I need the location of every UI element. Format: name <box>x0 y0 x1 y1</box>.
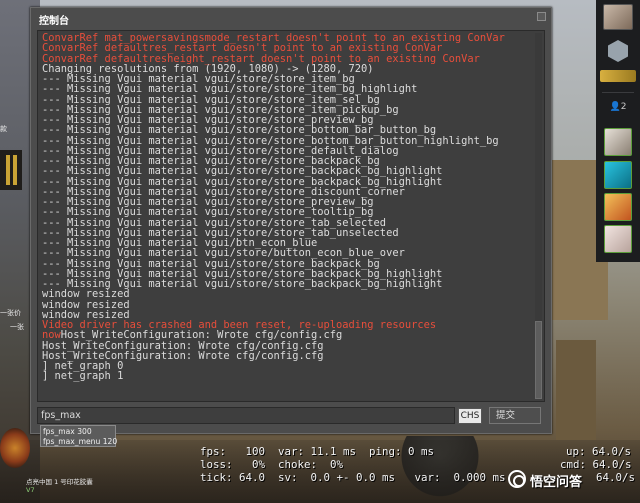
scene-poster-stripe <box>13 155 17 185</box>
left-fragment: 款 <box>0 125 7 133</box>
close-button[interactable] <box>537 12 546 21</box>
left-fragment: 一张 <box>10 323 24 331</box>
watermark-text: 悟空问答 <box>530 475 583 490</box>
watermark: 悟空问答 <box>508 466 636 494</box>
scene-poster-stripe <box>6 155 10 185</box>
capsule-name: 点亮中国 1 号印花胶囊 <box>26 478 93 486</box>
ime-indicator[interactable]: CHS <box>458 408 482 424</box>
friend-avatar-icon[interactable] <box>604 193 632 221</box>
sticker-capsule-icon <box>0 428 30 468</box>
friends-icon: 👤 <box>609 102 621 112</box>
capsule-tag: V7 <box>26 486 35 494</box>
weapon-icon[interactable] <box>600 70 636 82</box>
friend-avatar-icon[interactable] <box>604 128 632 156</box>
sidebar-divider <box>602 92 634 93</box>
wukong-logo-icon <box>508 470 526 488</box>
friend-avatar-icon[interactable] <box>604 161 632 189</box>
scrollbar[interactable] <box>535 33 542 399</box>
scene-building <box>556 340 596 440</box>
autocomplete-item[interactable]: fps_max 300 <box>43 427 92 436</box>
player-avatar-icon[interactable] <box>603 4 633 30</box>
window-title: 控制台 <box>39 16 69 27</box>
netgraph-row: fps: 100 var: 11.1 ms ping: 0 ms <box>200 445 435 458</box>
left-fragment: 一张价 <box>0 309 21 317</box>
friend-avatar-icon[interactable] <box>604 225 632 253</box>
friends-count[interactable]: 👤2 <box>606 100 630 114</box>
rank-hex-icon[interactable] <box>608 40 628 62</box>
command-input[interactable]: fps_max <box>37 407 455 424</box>
netgraph-up: up: 64.0/s <box>566 445 632 458</box>
command-input-value: fps_max <box>41 410 81 421</box>
friends-sidebar: 👤2 <box>596 0 640 262</box>
scrollbar-thumb[interactable] <box>535 321 542 399</box>
scene-poster <box>0 150 22 190</box>
console-output: ConvarRef mat_powersavingsmode_restart d… <box>37 30 545 402</box>
netgraph-row: tick: 64.0 sv: 0.0 +- 0.0 ms var: 0.000 … <box>200 471 506 484</box>
console-line: ] net_graph 1 <box>42 370 124 383</box>
netgraph-row: loss: 0% choke: 0% <box>200 458 344 471</box>
friends-count-label: 2 <box>620 102 627 112</box>
autocomplete-item[interactable]: fps_max_menu 120 <box>43 437 117 446</box>
console-window: 控制台 ConvarRef mat_powersavingsmode_resta… <box>30 7 552 434</box>
autocomplete-list: fps_max 300 fps_max_menu 120 <box>40 425 117 447</box>
submit-button[interactable]: 提交 <box>489 407 541 424</box>
